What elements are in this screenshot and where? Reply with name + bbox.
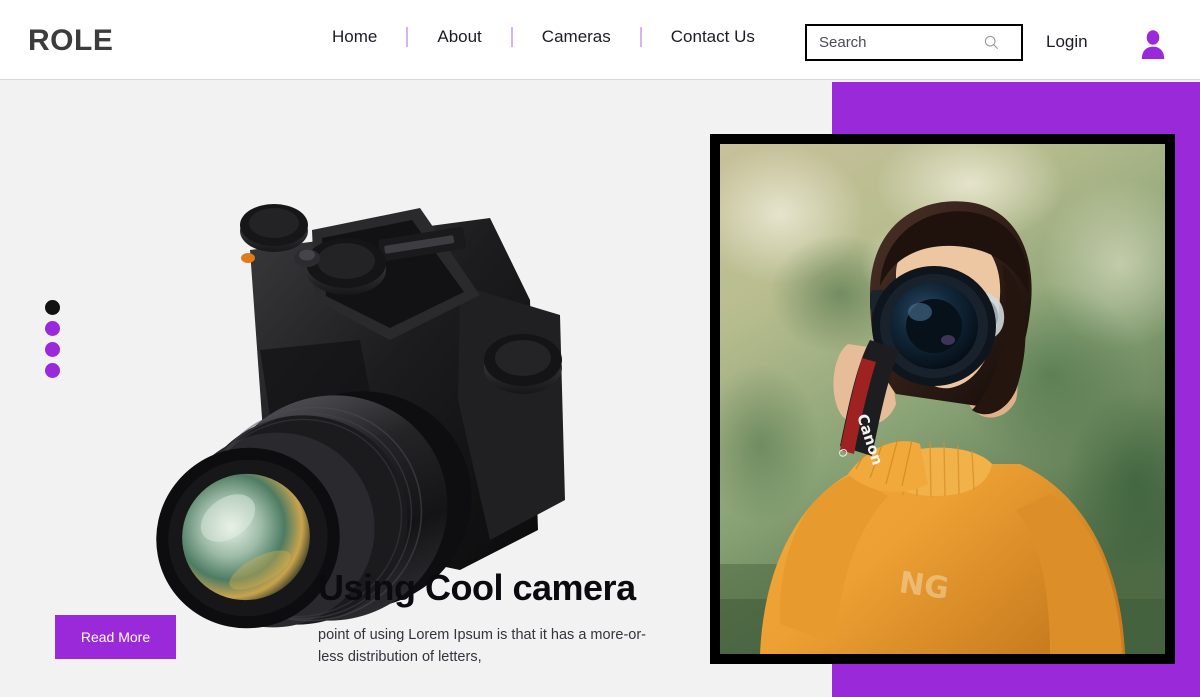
nav-divider [406,27,409,47]
site-logo[interactable]: ROLE [28,24,113,58]
user-avatar-icon[interactable] [1140,29,1166,59]
carousel-dot-3[interactable] [45,342,60,357]
hero-copy: Using Cool camera point of using Lorem I… [318,568,678,669]
framed-photo: Canon O NG [710,134,1175,664]
nav-item-contact-us[interactable]: Contact Us [669,27,757,47]
page-title: Using Cool camera [318,567,636,608]
search-input[interactable] [807,26,977,59]
search-box[interactable] [805,24,1023,61]
nav-item-home[interactable]: Home [330,27,379,47]
main-navigation: Home About Cameras Contact Us [330,27,757,47]
carousel-dot-2[interactable] [45,321,60,336]
nav-divider [639,27,642,47]
read-more-button[interactable]: Read More [55,615,176,659]
carousel-dot-4[interactable] [45,363,60,378]
hero-section: Using Cool camera point of using Lorem I… [0,80,1200,697]
hero-subtitle: point of using Lorem Ipsum is that it ha… [318,626,647,666]
site-header: ROLE Home About Cameras Contact Us Login [0,0,1200,80]
nav-item-cameras[interactable]: Cameras [540,27,613,47]
login-link[interactable]: Login [1046,32,1088,52]
search-icon[interactable] [979,26,1003,59]
photographer-photo: Canon O NG [720,144,1165,654]
nav-item-about[interactable]: About [435,27,483,47]
svg-text:NG: NG [897,565,951,607]
carousel-dot-1[interactable] [45,300,60,315]
nav-divider [510,27,513,47]
carousel-dots [45,300,60,378]
landing-page: ROLE Home About Cameras Contact Us Login [0,0,1200,697]
